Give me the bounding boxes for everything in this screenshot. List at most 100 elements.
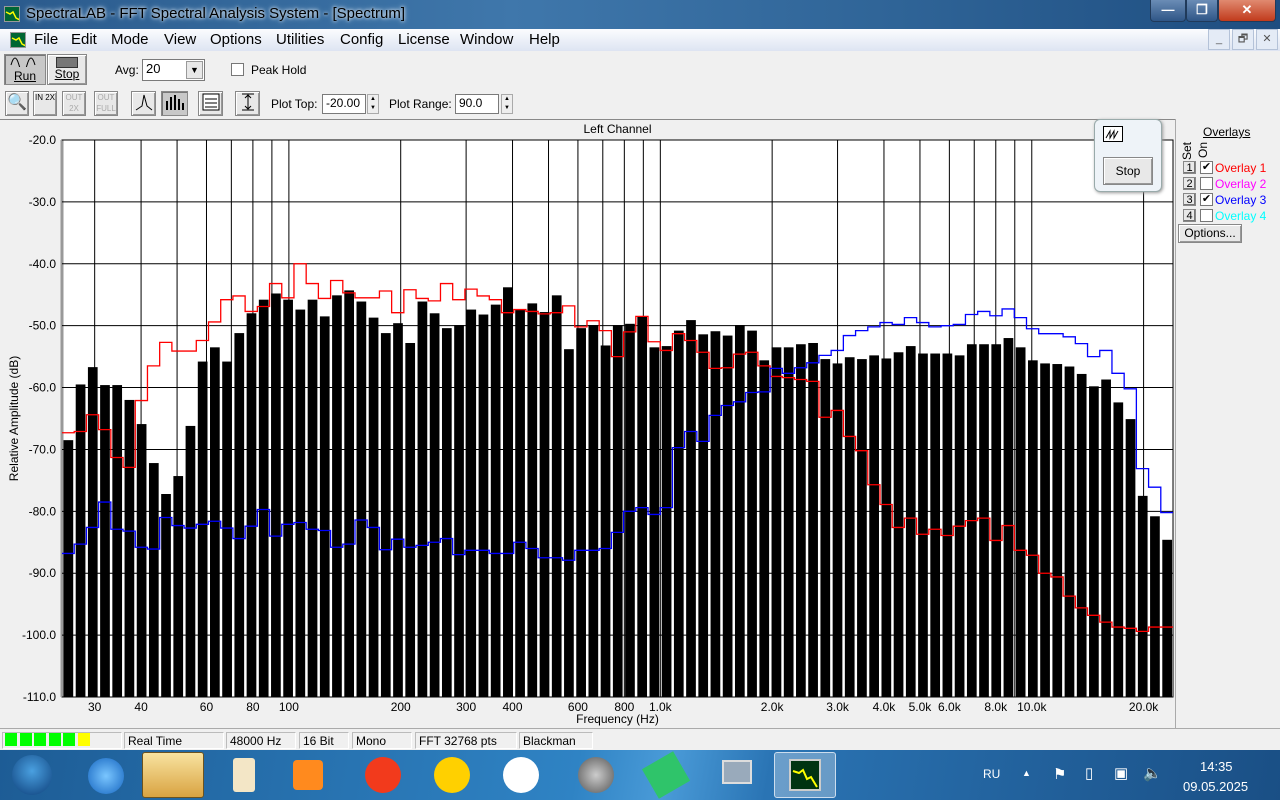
plot-top-spinner[interactable]: ▲ ▼ [367, 94, 379, 114]
spectrum-bar [625, 323, 635, 697]
zoom-full-button[interactable]: OUT FULL [94, 91, 118, 116]
level-led [5, 733, 17, 746]
clock-date[interactable]: 09.05.2025 [1183, 779, 1248, 794]
spectrum-bar [1003, 338, 1014, 697]
plot-range-input[interactable]: 90.0 [455, 94, 499, 114]
peak-hold-checkbox[interactable] [231, 63, 244, 76]
float-stop-button[interactable]: Stop [1103, 157, 1153, 185]
computer-icon[interactable] [722, 760, 752, 784]
menu-view[interactable]: View [160, 31, 200, 48]
mdi-minimize-button[interactable]: _ [1208, 29, 1230, 50]
line-plot-button[interactable] [131, 91, 156, 116]
x-tick-label: 600 [568, 700, 588, 714]
action-center-flag-icon[interactable]: ⚑ [1053, 765, 1066, 783]
x-tick-label: 400 [503, 700, 523, 714]
zoom-in-button[interactable]: IN 2X [33, 91, 57, 116]
mdi-restore-button[interactable]: 🗗 [1232, 29, 1254, 50]
avg-select[interactable]: 20 ▼ [142, 59, 205, 81]
overlay-panel-button[interactable] [198, 91, 223, 116]
auto-scale-button[interactable] [235, 91, 260, 116]
spectrum-bar [112, 385, 123, 697]
overlay-options-button[interactable]: Options... [1178, 224, 1242, 243]
panel-icon [202, 93, 219, 111]
overlay-set-button[interactable]: 2 [1183, 177, 1196, 190]
y-tick-label: -30.0 [29, 195, 57, 209]
money-icon[interactable] [641, 751, 691, 799]
spectrum-bar [319, 316, 330, 697]
yandex-market-icon[interactable] [434, 757, 470, 793]
power-icon[interactable]: ▯ [1085, 764, 1093, 782]
floating-control-window: Stop [1094, 119, 1162, 192]
plot-range-spinner[interactable]: ▲ ▼ [501, 94, 513, 114]
bar-plot-button[interactable] [161, 91, 188, 116]
zoom-out-button[interactable]: OUT 2X [62, 91, 86, 116]
overlay-set-button[interactable]: 3 [1183, 193, 1196, 206]
level-led [19, 733, 32, 746]
language-indicator[interactable]: RU [983, 767, 1000, 781]
overlay-on-checkbox[interactable] [1200, 209, 1213, 222]
spectrum-chart[interactable]: Left Channel Frequency (Hz) Relative Ampli… [0, 120, 1175, 729]
mdi-close-button[interactable]: ✕ [1256, 29, 1278, 50]
bar-plot-icon [165, 95, 184, 110]
volume-icon[interactable]: 🔈 [1143, 764, 1162, 782]
menu-mode[interactable]: Mode [107, 31, 153, 48]
show-hidden-icons[interactable]: ▲ [1022, 768, 1031, 778]
network-icon[interactable]: ▣ [1114, 764, 1128, 782]
spectrum-bar [661, 346, 672, 697]
x-tick-label: 200 [391, 700, 411, 714]
y-tick-label: -40.0 [29, 257, 57, 271]
menu-window[interactable]: Window [456, 31, 517, 48]
spectrum-bar [185, 425, 196, 697]
plot-top-input[interactable]: -20.00 [322, 94, 366, 114]
stop-button[interactable]: Stop [47, 54, 87, 85]
vertical-range-icon [241, 93, 254, 111]
menu-utilities[interactable]: Utilities [272, 31, 328, 48]
spectrum-bar [393, 323, 403, 697]
spectrum-bar [332, 295, 342, 697]
spectrum-bar [490, 304, 501, 697]
minimize-button[interactable]: — [1150, 0, 1186, 22]
overlay-on-checkbox[interactable]: ✔ [1200, 193, 1213, 206]
avg-value: 20 [146, 61, 161, 76]
overlays-title: Overlays [1203, 125, 1251, 139]
restore-button[interactable]: ❐ [1186, 0, 1218, 22]
spectrum-bar [588, 325, 599, 697]
spectrum-bar [246, 313, 257, 697]
zoom-tool-button[interactable]: 🔍 [5, 91, 29, 116]
explorer-taskbar-button[interactable] [142, 752, 204, 798]
run-button[interactable]: Run [4, 54, 46, 85]
mahjong-icon[interactable] [233, 758, 255, 792]
disk-icon[interactable] [578, 757, 614, 793]
overlay-set-button[interactable]: 4 [1183, 209, 1196, 222]
spectrum-bar [429, 313, 440, 697]
y-tick-label: -110.0 [23, 690, 56, 704]
internet-explorer-icon[interactable] [88, 758, 124, 794]
menu-edit[interactable]: Edit [67, 31, 101, 48]
menu-options[interactable]: Options [206, 31, 266, 48]
menu-help[interactable]: Help [525, 31, 564, 48]
spectrum-bar [368, 317, 379, 697]
close-button[interactable]: ✕ [1218, 0, 1276, 22]
magnifier-icon: 🔍 [7, 94, 27, 111]
yandex-icon[interactable] [365, 757, 401, 793]
chart-title: Left Channel [583, 122, 651, 136]
yandex-browser-icon[interactable] [503, 757, 539, 793]
doc-icon[interactable] [10, 32, 26, 48]
overlay-set-button[interactable]: 1 [1183, 161, 1196, 174]
overlay-on-checkbox[interactable]: ✔ [1200, 161, 1213, 174]
chevron-down-icon[interactable]: ▼ [186, 61, 203, 79]
spectralab-icon [789, 759, 821, 791]
x-tick-label: 5.0k [909, 700, 933, 714]
overlay-on-checkbox[interactable] [1200, 177, 1213, 190]
menu-config[interactable]: Config [336, 31, 387, 48]
plot-range-label: Plot Range: [389, 97, 452, 111]
spectralab-taskbar-button[interactable] [774, 752, 836, 798]
run-label: Run [13, 69, 36, 83]
spectrum-bar [991, 344, 1002, 697]
start-button[interactable] [12, 755, 52, 795]
clock-time[interactable]: 14:35 [1200, 759, 1233, 774]
spectrum-bar [686, 320, 696, 697]
menu-file[interactable]: File [30, 31, 62, 48]
media-player-icon[interactable] [293, 760, 323, 790]
menu-license[interactable]: License [394, 31, 454, 48]
